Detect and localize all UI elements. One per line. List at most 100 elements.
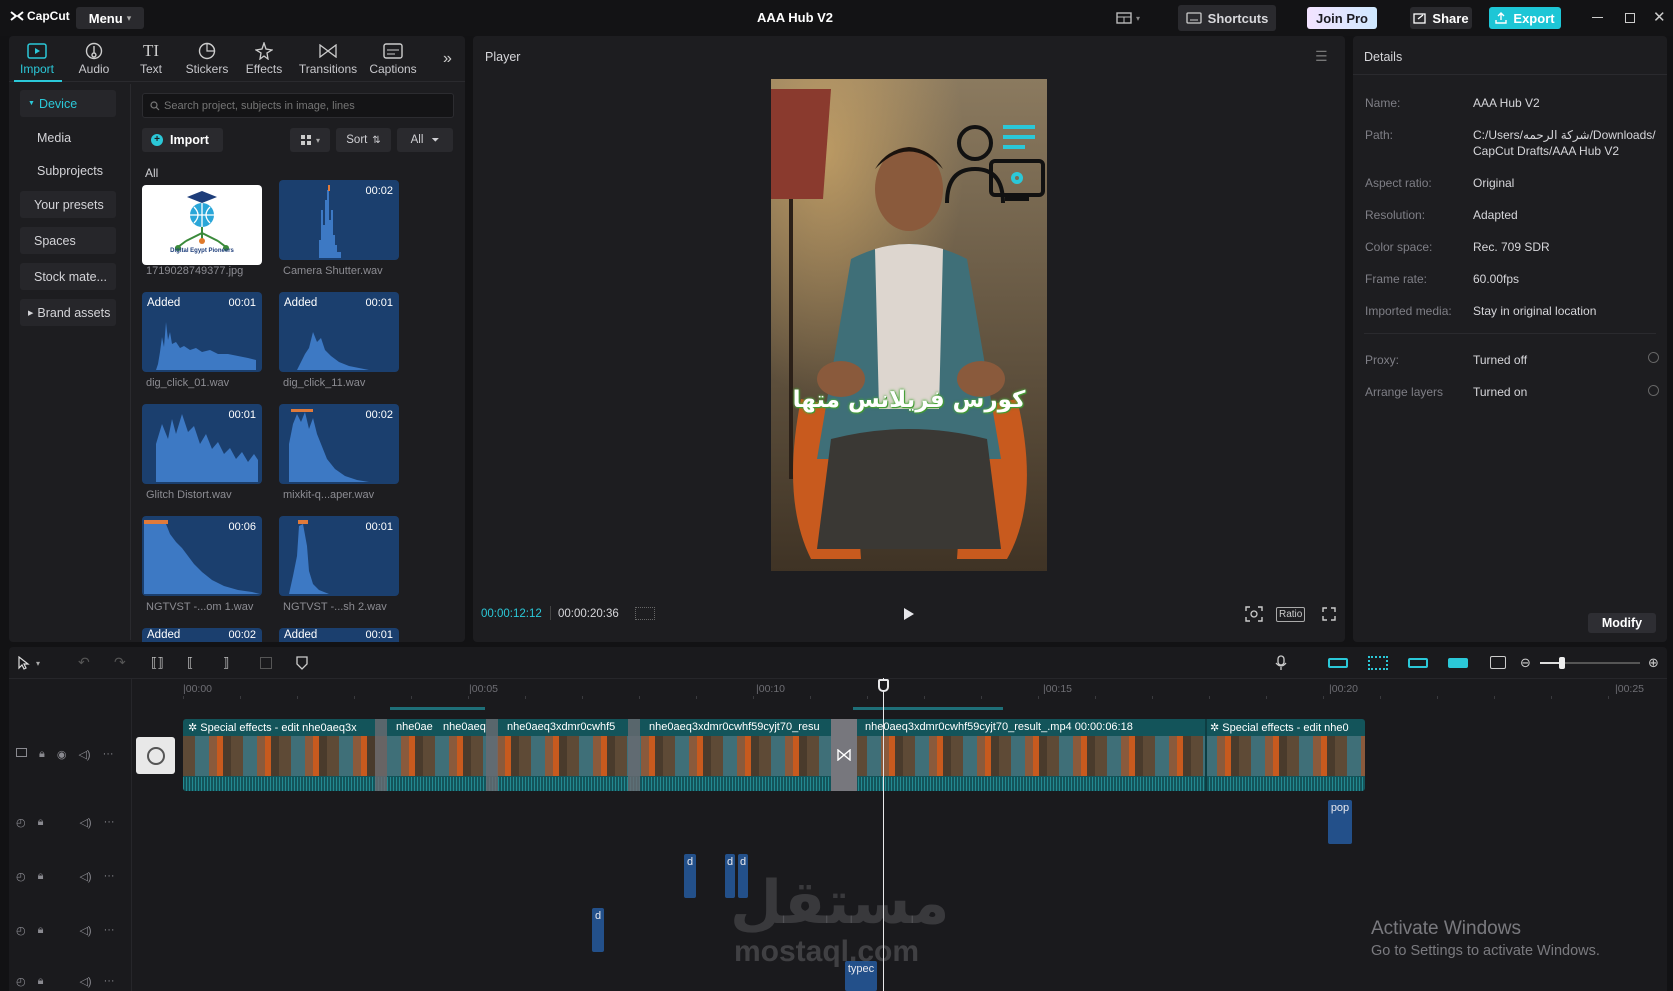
tab-stickers[interactable]: Stickers [177,40,237,76]
zoom-in-icon[interactable]: ⊕ [1648,655,1659,671]
player-menu-icon[interactable]: ☰ [1315,48,1328,65]
lock-icon[interactable]: 🔒︎ [38,924,44,937]
more-icon[interactable]: ··· [103,748,114,761]
more-icon[interactable]: ··· [104,924,115,937]
linkage-icon[interactable] [1408,658,1428,668]
media-thumb-audio[interactable]: 00:02 [279,404,399,484]
more-tabs-icon[interactable]: » [443,50,452,68]
search-input[interactable] [164,99,444,112]
auto-snap-icon[interactable] [1368,656,1388,670]
filter-button[interactable]: All ⏷ [397,128,453,152]
info-icon[interactable] [1648,385,1659,396]
video-preview[interactable]: كورس فريلانس متها [771,79,1047,571]
more-icon[interactable]: ··· [104,870,115,883]
sidebar-item-spaces[interactable]: Spaces [20,227,116,254]
zoom-out-icon[interactable]: ⊖ [1520,655,1531,671]
screenshot-icon[interactable] [1245,606,1263,622]
detail-value: Original [1473,176,1515,190]
volume-icon[interactable]: ◁) [79,975,91,988]
ratio-button[interactable]: Ratio [1276,607,1306,622]
delete-right-icon[interactable]: ⟧ [223,655,229,671]
volume-icon[interactable]: ◁) [79,870,91,883]
sidebar-item-your-presets[interactable]: Your presets [20,191,116,218]
menu-button[interactable]: Menu ▾ [76,7,144,29]
media-thumb-audio[interactable]: 00:02 [279,180,399,260]
tab-transitions[interactable]: Transitions [298,40,358,76]
lock-icon[interactable]: 🔒︎ [39,748,45,761]
sidebar-item-stock-materials[interactable]: Stock mate... [20,263,116,290]
detail-key: Aspect ratio: [1365,176,1432,190]
tab-audio[interactable]: Audio [64,40,124,76]
audio-clip[interactable]: pop [1328,800,1352,844]
media-thumb-audio[interactable]: Added 00:01 [142,292,262,372]
close-icon[interactable]: ✕ [1653,8,1666,26]
volume-icon[interactable]: ◁) [79,816,91,829]
fullscreen-icon[interactable] [1322,607,1336,621]
join-pro-button[interactable]: Join Pro [1307,7,1377,29]
split-icon[interactable]: ⟦⟧ [151,655,164,671]
modify-button[interactable]: Modify [1588,613,1656,633]
shortcuts-button[interactable]: Shortcuts [1178,5,1276,31]
view-mode-button[interactable]: ▾ [290,128,330,152]
tab-effects[interactable]: Effects [234,40,294,76]
preview-axis-icon[interactable] [1448,658,1468,668]
tab-import[interactable]: Import [7,40,67,76]
tab-text[interactable]: TI Text [121,40,181,76]
sort-button[interactable]: Sort ⇅ [336,128,391,152]
cover-icon[interactable] [16,748,27,757]
lock-icon[interactable]: 🔒︎ [38,870,44,883]
lock-icon[interactable]: 🔒︎ [38,975,44,988]
detail-key: Name: [1365,96,1401,110]
minimize-icon[interactable] [1592,17,1603,18]
export-button[interactable]: Export [1489,7,1561,29]
audio-clip[interactable]: d [684,854,696,898]
zoom-slider[interactable] [1540,657,1640,669]
transition-marker[interactable] [831,719,857,791]
ruler-label: |00:00 [183,683,213,695]
media-thumb-audio[interactable]: 00:01 [142,404,262,484]
cover-thumbnail[interactable] [136,737,175,774]
ruler-label: |00:05 [469,683,499,695]
sidebar-item-brand-assets[interactable]: ▶ Brand assets [20,299,116,326]
microphone-icon[interactable] [1275,655,1287,671]
select-tool-icon[interactable]: ▾ [18,656,40,670]
media-thumb-audio[interactable]: Added 00:01 [279,292,399,372]
import-button[interactable]: + Import [142,128,223,152]
share-button[interactable]: Share [1410,7,1472,29]
layout-icon[interactable]: ▾ [1116,10,1150,26]
undo-icon[interactable]: ↶ [78,654,90,671]
media-thumb-audio[interactable]: 00:01 [279,516,399,596]
crop-icon[interactable] [260,657,272,669]
media-thumb-audio[interactable]: Added 00:01 [279,628,399,642]
more-icon[interactable]: ··· [104,975,115,988]
media-thumb-audio[interactable]: 00:06 [142,516,262,596]
redo-icon[interactable]: ↷ [114,654,126,671]
join-pro-label: Join Pro [1315,10,1368,26]
more-icon[interactable]: ··· [104,816,115,829]
search-box[interactable] [142,93,454,118]
zoom-slider-handle[interactable] [1559,657,1565,669]
playhead-handle[interactable] [878,679,889,692]
eye-icon[interactable]: ◉ [57,748,67,761]
capcut-logo: CapCut [10,9,70,23]
media-thumb-image[interactable]: Digital Egypt Pioneers [142,185,262,265]
media-thumb-audio[interactable]: Added 00:02 [142,628,262,642]
zoom-fit-icon[interactable] [1490,656,1506,669]
main-track-magnet-icon[interactable] [1328,658,1348,668]
info-icon[interactable] [1648,352,1659,363]
tab-captions[interactable]: Captions [363,40,423,76]
play-icon[interactable] [903,607,915,621]
render-bar [390,707,485,710]
lock-icon[interactable]: 🔒︎ [38,816,44,829]
volume-icon[interactable]: ◁) [79,924,91,937]
audio-clip[interactable]: d [592,908,604,952]
volume-icon[interactable]: ◁) [78,748,90,761]
sidebar-item-media[interactable]: Media [20,124,116,151]
sidebar-item-device[interactable]: ▼ Device [20,90,116,117]
export-label: Export [1513,10,1555,26]
delete-left-icon[interactable]: ⟦ [187,655,193,671]
restore-icon[interactable] [1625,13,1635,23]
timecode-grid-icon[interactable] [635,607,655,620]
marker-icon[interactable] [296,656,308,670]
sidebar-item-subprojects[interactable]: Subprojects [20,157,116,184]
